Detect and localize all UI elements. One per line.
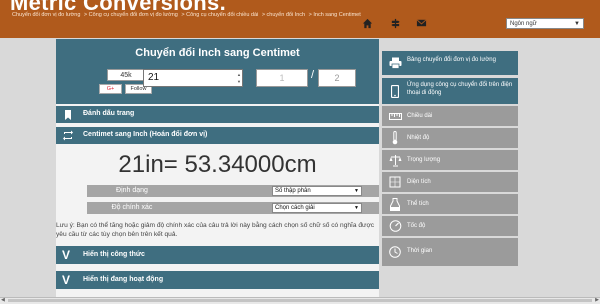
sidebar-item-temperature[interactable]: Nhiệt độ <box>382 128 518 148</box>
sidebar-item-time[interactable]: Thời gian <box>382 238 518 266</box>
scrollbar-thumb[interactable] <box>8 299 592 302</box>
bookmark-bar[interactable]: Đánh dấu trang <box>56 106 379 123</box>
breadcrumb: Chuyển đổi đơn vị đo lường > Công cụ chu… <box>12 12 363 18</box>
sidebar-item-speed[interactable]: Tốc độ <box>382 216 518 236</box>
chevron-down-icon: ▼ <box>574 21 580 27</box>
fraction-slash: / <box>311 69 315 81</box>
sidebar-item-area[interactable]: Diện tích <box>382 172 518 192</box>
sidebar-item-weight[interactable]: Trọng lượng <box>382 150 518 170</box>
show-formula-label: Hiển thị công thức <box>83 251 145 258</box>
thermometer-icon <box>388 131 402 145</box>
directions-icon[interactable] <box>389 17 401 29</box>
show-working-bar[interactable]: V Hiển thị đang hoạt động <box>56 271 379 289</box>
home-icon[interactable] <box>361 17 373 29</box>
scale-icon <box>388 153 402 167</box>
accuracy-label: Độ chính xác <box>111 204 153 211</box>
expand-icon: V <box>62 273 71 287</box>
format-select[interactable]: Số thập phân ▼ <box>272 186 362 196</box>
language-select[interactable]: Ngôn ngữ ▼ <box>506 18 584 29</box>
breadcrumb-item[interactable]: > chuyển đổi Inch <box>262 12 305 18</box>
swap-units-label: Centimet sang Inch (Hoán đổi đơn vị) <box>83 131 208 138</box>
sidebar-item-label: Trọng lượng <box>407 157 441 163</box>
accuracy-select-value: Chọn cách giải <box>275 205 315 211</box>
sidebar-item-label: Diện tích <box>407 179 431 185</box>
scroll-left-icon[interactable]: ◀ <box>1 297 5 303</box>
format-row: Định dạng Số thập phân ▼ <box>87 185 379 197</box>
fraction-numerator-input[interactable]: 1 <box>256 69 308 87</box>
bookmark-icon <box>62 109 74 120</box>
share-count: 45k <box>107 69 145 81</box>
converter-box: Chuyển đổi Inch sang Centimet 45k G+ Fol… <box>56 39 379 104</box>
sidebar-item-label: Tốc độ <box>407 223 426 229</box>
number-spinner[interactable]: ▲ ▼ <box>237 71 241 85</box>
sidebar-item-mobile-app[interactable]: Ứng dụng công cụ chuyển đổi trên điện th… <box>382 78 518 104</box>
format-label: Định dạng <box>116 187 148 194</box>
language-select-label: Ngôn ngữ <box>510 21 537 27</box>
site-header: Metric Conversions. Chuyển đổi đơn vị đo… <box>0 0 600 38</box>
swap-units-bar[interactable]: Centimet sang Inch (Hoán đổi đơn vị) <box>56 127 379 144</box>
swap-icon <box>62 130 74 141</box>
converter-title: Chuyển đổi Inch sang Centimet <box>135 47 300 59</box>
show-working-label: Hiển thị đang hoạt động <box>83 276 164 283</box>
volume-icon <box>388 197 402 211</box>
fraction-denominator-input[interactable]: 2 <box>318 69 356 87</box>
mobile-phone-icon <box>388 84 402 98</box>
sidebar-item-label: Thể tích <box>407 201 429 207</box>
sidebar-item-length[interactable]: Chiều dài <box>382 106 518 126</box>
printer-icon <box>388 56 402 70</box>
sidebar-item-volume[interactable]: Thể tích <box>382 194 518 214</box>
sidebar-item-label: Bảng chuyển đổi đơn vị đo lường <box>407 57 496 63</box>
format-select-value: Số thập phân <box>275 188 311 194</box>
accuracy-row: Độ chính xác Chọn cách giải ▼ <box>87 202 379 214</box>
inch-value-input[interactable]: 21 ▲ ▼ <box>143 69 243 87</box>
chevron-down-icon: ▼ <box>354 188 359 194</box>
ruler-icon <box>388 109 402 123</box>
sidebar-item-label: Chiều dài <box>407 113 433 119</box>
show-formula-bar[interactable]: V Hiển thị công thức <box>56 246 379 264</box>
clock-icon <box>388 245 402 259</box>
sidebar-item-label: Nhiệt độ <box>407 135 430 141</box>
google-plus-button[interactable]: G+ <box>99 84 122 94</box>
expand-icon: V <box>62 248 71 262</box>
sidebar-item-conversion-table[interactable]: Bảng chuyển đổi đơn vị đo lường <box>382 51 518 75</box>
breadcrumb-item[interactable]: > Công cụ chuyển đổi chiều dài <box>181 12 258 18</box>
scroll-right-icon[interactable]: ▶ <box>595 297 599 303</box>
inch-value-text: 21 <box>148 72 160 83</box>
breadcrumb-item[interactable]: > Công cụ chuyển đổi đơn vị đo lường <box>84 12 178 18</box>
bookmark-label: Đánh dấu trang <box>83 110 135 117</box>
speed-icon <box>388 219 402 233</box>
sidebar-item-label: Ứng dụng công cụ chuyển đổi trên điện th… <box>407 82 513 96</box>
accuracy-note: Lưu ý: Bạn có thể tăng hoặc giảm độ chín… <box>56 222 375 238</box>
converter-panel: Chuyển đổi Inch sang Centimet 45k G+ Fol… <box>56 39 379 303</box>
area-icon <box>388 175 402 189</box>
chevron-down-icon: ▼ <box>354 205 359 211</box>
accuracy-select[interactable]: Chọn cách giải ▼ <box>272 203 362 213</box>
sidebar-item-label: Thời gian <box>407 248 433 254</box>
breadcrumb-item[interactable]: > Inch sang Centimet <box>309 12 361 18</box>
breadcrumb-item[interactable]: Chuyển đổi đơn vị đo lường <box>12 12 80 18</box>
conversion-result: 21in= 53.34000cm <box>118 151 317 178</box>
mail-icon[interactable] <box>415 17 427 29</box>
